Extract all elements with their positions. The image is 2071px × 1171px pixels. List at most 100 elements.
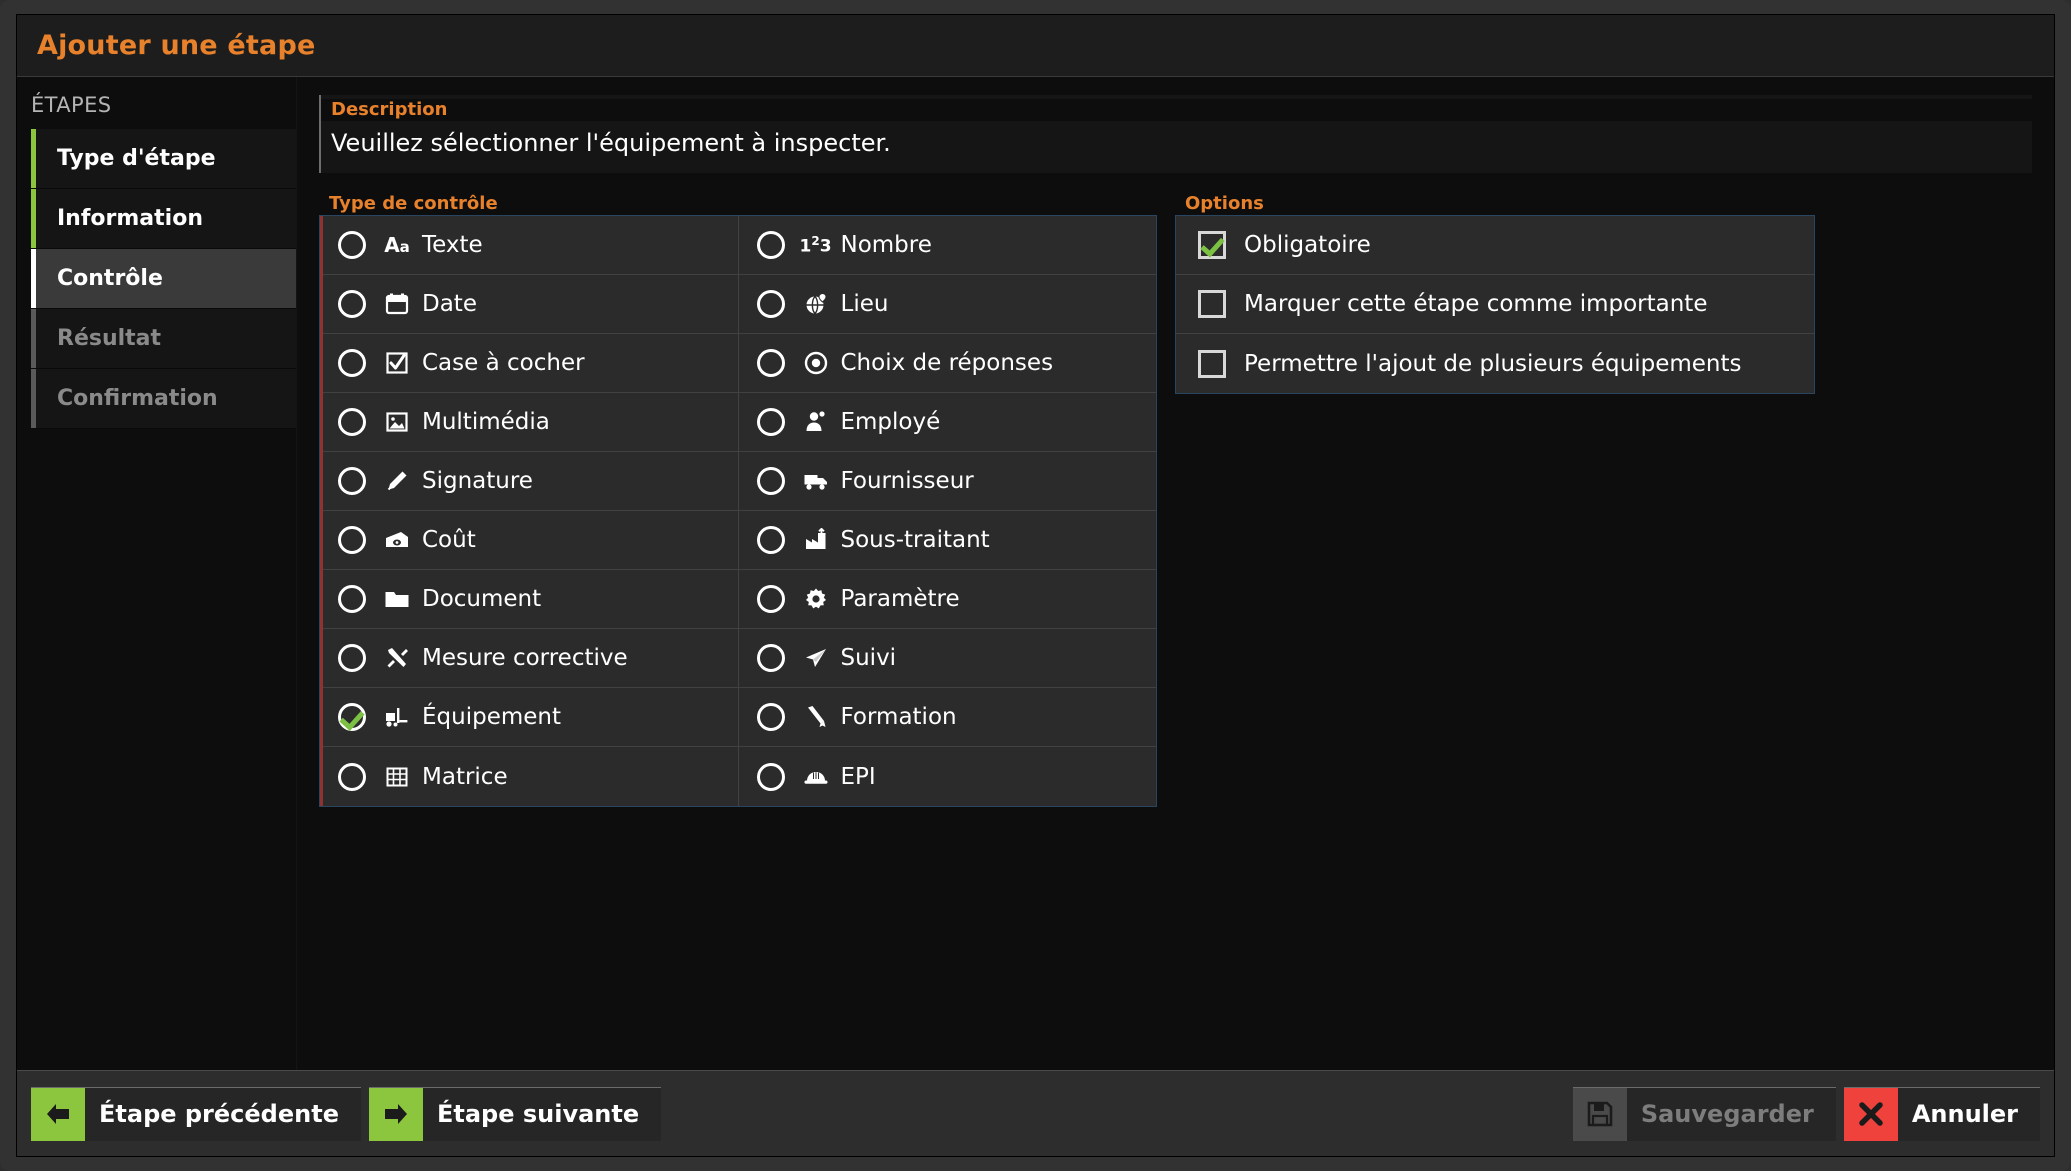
description-legend: Description [321,99,2032,121]
dialog-window: Ajouter une étape ÉTAPES Type d'étape Inf… [0,0,2071,1171]
dialog-inner: Ajouter une étape ÉTAPES Type d'étape Inf… [16,14,2055,1157]
radio-unchecked-icon[interactable] [338,467,366,495]
option-label: Obligatoire [1244,232,1371,258]
description-value[interactable]: Veuillez sélectionner l'équipement à ins… [321,121,2032,163]
sidebar-step-item[interactable]: Résultat [31,309,296,369]
title-bar: Ajouter une étape [17,15,2054,77]
radio-unchecked-icon[interactable] [756,231,785,259]
control-type-option-label: Signature [422,468,533,494]
control-type-option[interactable]: Employé [738,393,1156,452]
globe-pin-icon [801,291,831,317]
checkbox-icon [382,350,412,376]
sidebar-step-label: Confirmation [57,386,218,411]
control-type-option-label: Sous-traitant [840,527,990,553]
steps-heading: ÉTAPES [31,93,112,117]
next-step-button[interactable]: Étape suivante [368,1086,662,1141]
radio-unchecked-icon[interactable] [338,644,366,672]
sidebar-step-label: Type d'étape [57,146,216,171]
previous-step-button[interactable]: Étape précédente [31,1086,361,1141]
control-type-option[interactable]: Case à cocher [320,334,738,393]
person-icon [801,409,831,435]
control-type-option-label: EPI [840,763,876,790]
number-123-icon: 123 [799,233,832,257]
arrow-left-icon [31,1087,85,1141]
radio-unchecked-icon[interactable] [756,762,785,791]
control-type-option[interactable]: Équipement [320,688,738,747]
control-type-option[interactable]: Matrice [320,747,738,806]
option-checkbox-row[interactable]: Marquer cette étape comme importante [1176,275,1814,334]
description-field: Description Veuillez sélectionner l'équi… [319,95,2032,173]
radio-checked-icon[interactable] [338,703,366,731]
cancel-label: Annuler [1911,1100,2018,1128]
control-type-option[interactable]: Paramètre [738,570,1156,629]
floppy-disk-icon [1572,1087,1627,1141]
checkbox-checked-icon[interactable] [1198,231,1226,259]
sidebar-step-item[interactable]: Type d'étape [31,129,296,189]
footer-right-group: Sauvegarder Annuler [1572,1086,2040,1141]
sidebar-step-item[interactable]: Information [31,189,296,249]
control-type-option-label: Document [422,586,542,612]
control-type-option[interactable]: Aa Texte [320,216,738,275]
forklift-icon [382,704,412,730]
control-type-option-label: Date [422,291,477,317]
control-type-option-label: Suivi [840,645,897,671]
option-label: Marquer cette étape comme importante [1244,291,1708,317]
control-type-option[interactable]: 123 Nombre [738,216,1156,275]
save-button[interactable]: Sauvegarder [1572,1086,1836,1141]
footer-left-group: Étape précédente Étape suivante [31,1086,662,1141]
radio-unchecked-icon[interactable] [756,290,785,318]
control-type-option[interactable]: EPI [739,747,1157,806]
control-type-option[interactable]: Multimédia [320,393,738,452]
control-type-option[interactable]: Signature [320,452,738,511]
checkbox-unchecked-icon[interactable] [1198,349,1226,378]
step-state-bar [31,249,36,308]
previous-step-label: Étape précédente [99,1100,339,1128]
control-type-legend: Type de contrôle [329,193,498,214]
hardhat-icon [801,764,831,790]
options-panel: Options Obligatoire Marquer cette étape c… [1175,193,1815,394]
radio-unchecked-icon[interactable] [756,585,785,613]
sidebar-step-item[interactable]: Contrôle [31,249,296,309]
image-icon [382,409,412,435]
sidebar-step-label: Contrôle [57,266,163,291]
panels-row: Type de contrôle Aa Texte Date Case à coche… [319,193,2032,807]
radio-unchecked-icon[interactable] [756,349,785,377]
control-type-option-label: Nombre [840,232,932,258]
radio-unchecked-icon[interactable] [756,408,785,436]
option-checkbox-row[interactable]: Obligatoire [1176,216,1814,275]
radio-unchecked-icon[interactable] [338,231,366,259]
control-type-option[interactable]: Fournisseur [738,452,1156,511]
sidebar-step-item[interactable]: Confirmation [31,369,296,429]
control-type-option[interactable]: Formation [738,688,1156,747]
radio-unchecked-icon[interactable] [756,467,785,495]
control-type-option-label: Lieu [840,291,889,317]
radio-unchecked-icon[interactable] [756,703,785,731]
radio-unchecked-icon[interactable] [756,526,785,554]
control-type-option[interactable]: Document [320,570,738,629]
control-type-option[interactable]: Sous-traitant [738,511,1156,570]
control-type-option[interactable]: Mesure corrective [320,629,738,688]
control-type-option[interactable]: Coût [320,511,738,570]
control-type-option[interactable]: Lieu [738,275,1156,334]
radio-unchecked-icon[interactable] [338,762,366,791]
checkbox-unchecked-icon[interactable] [1198,290,1226,318]
radio-unchecked-icon[interactable] [338,526,366,554]
radio-unchecked-icon[interactable] [756,644,785,672]
gear-icon [801,586,831,612]
calendar-icon [382,291,412,317]
control-type-option-label: Choix de réponses [840,350,1054,376]
control-type-option-label: Mesure corrective [422,645,628,671]
cancel-button[interactable]: Annuler [1843,1086,2040,1141]
control-type-option[interactable]: Choix de réponses [738,334,1156,393]
diploma-icon [801,704,831,730]
close-x-icon [1843,1087,1898,1141]
radio-unchecked-icon[interactable] [338,349,366,377]
radio-unchecked-icon[interactable] [338,290,366,318]
radio-unchecked-icon[interactable] [338,585,366,613]
option-checkbox-row[interactable]: Permettre l'ajout de plusieurs équipemen… [1176,334,1814,393]
control-type-option[interactable]: Suivi [738,629,1156,688]
radio-unchecked-icon[interactable] [338,408,366,436]
options-list: Obligatoire Marquer cette étape comme imp… [1176,216,1814,393]
step-state-bar [31,369,36,428]
control-type-option[interactable]: Date [320,275,738,334]
